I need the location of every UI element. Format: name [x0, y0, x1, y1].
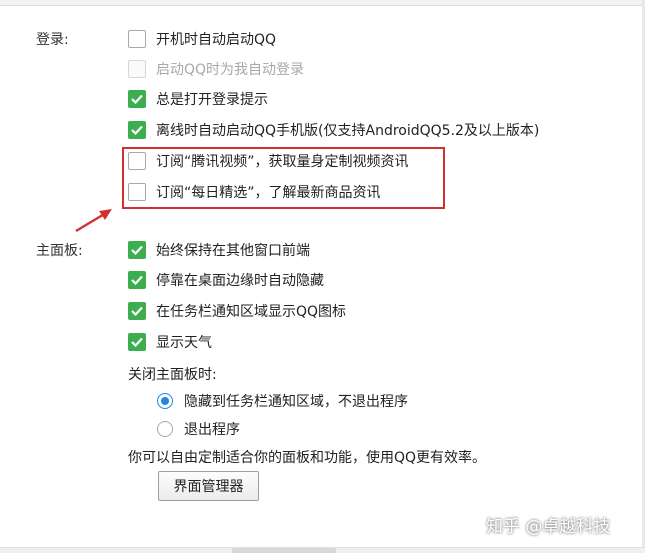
option-show-weather[interactable]: 显示天气 [128, 332, 212, 352]
checkbox-checked-icon[interactable] [128, 333, 146, 351]
close-panel-label: 关闭主面板时: [128, 367, 217, 383]
radio-exit-program[interactable]: 退出程序 [157, 419, 240, 439]
radio-label: 退出程序 [184, 422, 240, 438]
login-section-label: 登录: [36, 32, 69, 48]
radio-selected-icon[interactable] [157, 393, 173, 409]
customize-hint-text: 你可以自由定制适合你的面板和功能，使用QQ更有效率。 [128, 450, 487, 466]
option-auto-login[interactable]: 启动QQ时为我自动登录 [128, 59, 304, 79]
checkbox-checked-icon[interactable] [128, 121, 146, 139]
radio-hide-to-tray[interactable]: 隐藏到任务栏通知区域，不退出程序 [157, 391, 408, 411]
option-auto-start-qq[interactable]: 开机时自动启动QQ [128, 29, 276, 49]
option-label: 离线时自动启动QQ手机版(仅支持AndroidQQ5.2及以上版本) [156, 123, 540, 139]
checkbox-icon[interactable] [128, 60, 146, 78]
option-tray-icon[interactable]: 在任务栏通知区域显示QQ图标 [128, 301, 346, 321]
option-label: 始终保持在其他窗口前端 [156, 243, 310, 259]
radio-icon[interactable] [157, 421, 173, 437]
checkbox-checked-icon[interactable] [128, 302, 146, 320]
bottom-scroll-handle[interactable] [232, 548, 336, 553]
option-label: 在任务栏通知区域显示QQ图标 [156, 304, 347, 320]
main-panel-section-label: 主面板: [36, 243, 83, 259]
checkbox-icon[interactable] [128, 30, 146, 48]
window-top-border [0, 0, 645, 6]
checkbox-checked-icon[interactable] [128, 271, 146, 289]
checkbox-checked-icon[interactable] [128, 90, 146, 108]
option-label: 显示天气 [156, 335, 212, 351]
annotation-arrow-icon [75, 209, 112, 233]
option-label: 启动QQ时为我自动登录 [156, 62, 305, 78]
option-label: 停靠在桌面边缘时自动隐藏 [156, 273, 324, 289]
interface-manager-button[interactable]: 界面管理器 [158, 471, 259, 501]
option-login-prompt[interactable]: 总是打开登录提示 [128, 89, 268, 109]
option-label: 总是打开登录提示 [156, 92, 268, 108]
radio-label: 隐藏到任务栏通知区域，不退出程序 [184, 394, 408, 410]
option-auto-hide-edge[interactable]: 停靠在桌面边缘时自动隐藏 [128, 270, 324, 290]
checkbox-checked-icon[interactable] [128, 241, 146, 259]
annotation-highlight-box [122, 147, 445, 209]
watermark: 知乎 @卓越科技 [486, 517, 611, 537]
option-always-on-top[interactable]: 始终保持在其他窗口前端 [128, 240, 310, 260]
option-label: 开机时自动启动QQ [156, 32, 277, 48]
option-offline-mobile-qq[interactable]: 离线时自动启动QQ手机版(仅支持AndroidQQ5.2及以上版本) [128, 120, 539, 140]
